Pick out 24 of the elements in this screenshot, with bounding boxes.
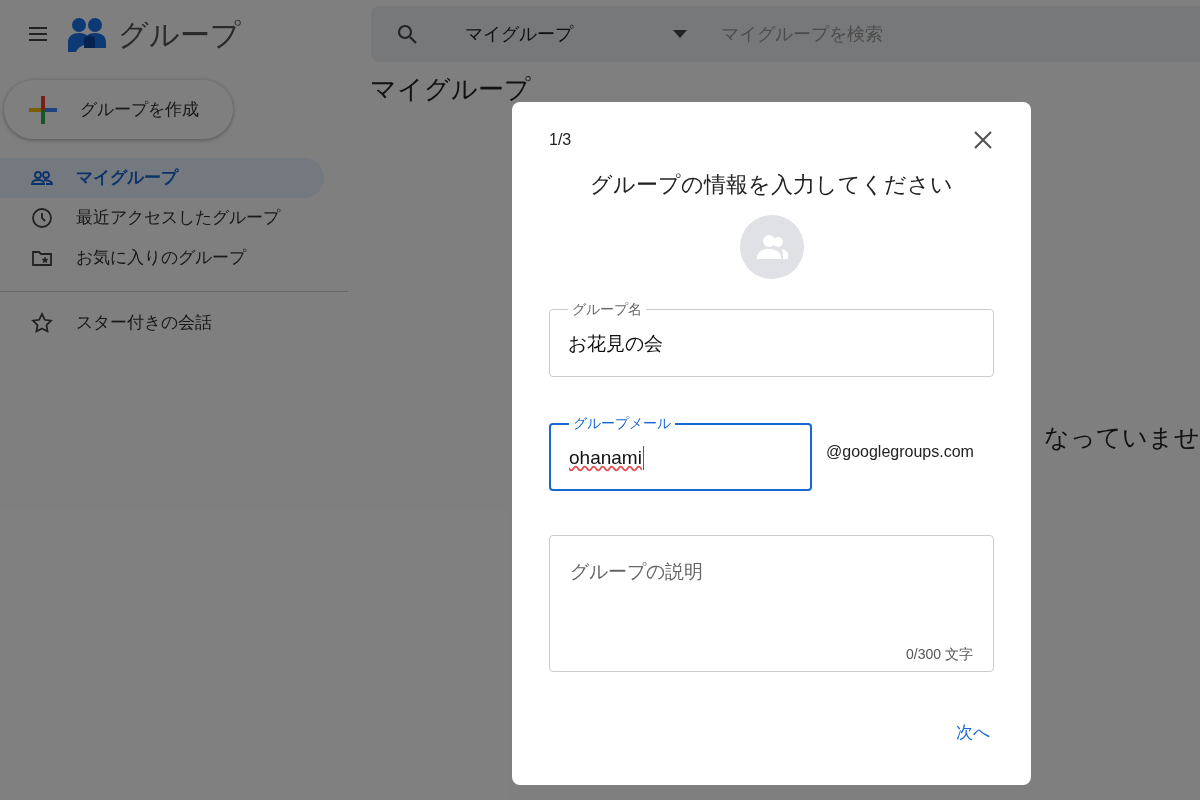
people-logo-icon xyxy=(66,16,108,52)
email-field[interactable]: グループメール ohanami xyxy=(549,413,812,491)
close-icon[interactable] xyxy=(972,129,994,151)
search-icon xyxy=(395,22,419,46)
name-field[interactable]: グループ名 お花見の会 xyxy=(549,299,994,377)
create-group-button[interactable]: グループを作成 xyxy=(4,80,233,139)
page-heading: マイグループ xyxy=(370,73,531,106)
empty-message: なっていませ xyxy=(1044,422,1200,453)
plus-icon xyxy=(28,94,58,125)
next-button[interactable]: 次へ xyxy=(944,714,1002,752)
sidebar-item[interactable]: 最近アクセスしたグループ xyxy=(0,198,324,238)
character-counter: 0/300 文字 xyxy=(906,645,973,664)
step-indicator: 1/3 xyxy=(549,130,572,150)
sidebar-item[interactable]: スター付きの会話 xyxy=(0,303,324,343)
clock-icon xyxy=(30,206,54,230)
sidebar-item[interactable]: お気に入りのグループ xyxy=(0,238,324,278)
app-title: グループ xyxy=(118,16,241,53)
star-icon xyxy=(30,311,54,335)
email-domain: @googlegroups.com xyxy=(826,442,974,462)
search-scope[interactable]: マイグループ xyxy=(465,20,665,48)
dialog-title: グループの情報を入力してください xyxy=(590,171,953,199)
sidebar-item[interactable]: マイグループ xyxy=(0,158,324,198)
description-field[interactable]: グループの説明 0/300 文字 xyxy=(549,535,994,672)
dropdown-caret-icon[interactable] xyxy=(673,30,687,38)
